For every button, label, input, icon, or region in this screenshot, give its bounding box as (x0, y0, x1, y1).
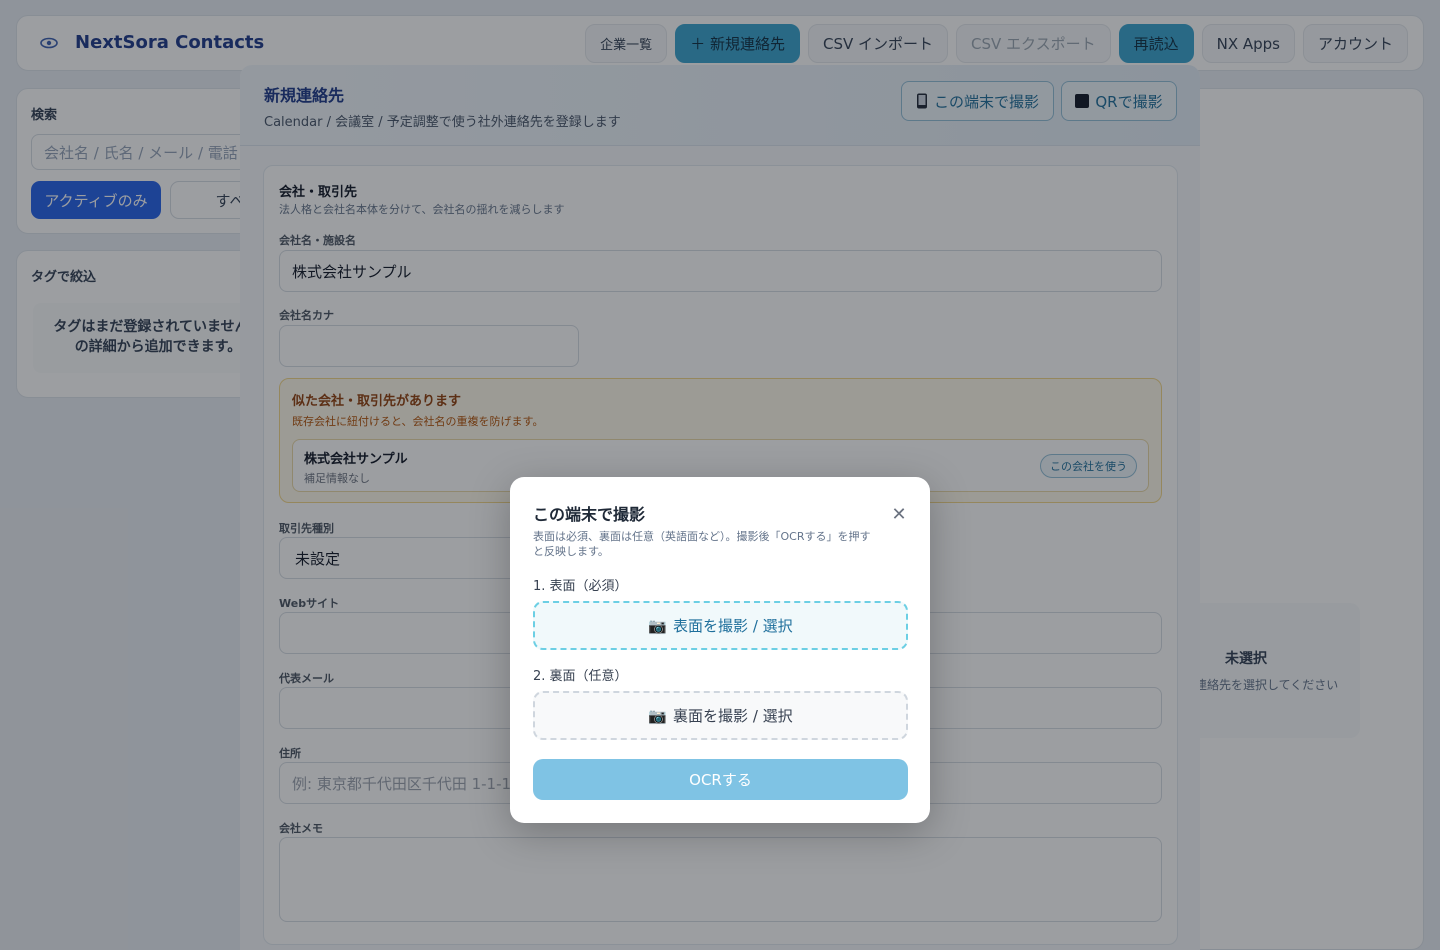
ocr-button[interactable]: OCRする (533, 759, 908, 800)
camera-icon: 📷 (648, 616, 668, 635)
front-upload-label: 表面を撮影 / 選択 (673, 617, 793, 635)
capture-dialog: この端末で撮影 ✕ 表面は必須、裏面は任意（英語面など）。撮影後「OCRする」を… (510, 477, 930, 823)
front-upload-button[interactable]: 📷 表面を撮影 / 選択 (533, 601, 908, 650)
front-label: 1. 表面（必須） (533, 579, 628, 594)
back-upload-label: 裏面を撮影 / 選択 (673, 707, 793, 725)
close-icon[interactable]: ✕ (888, 503, 910, 525)
back-label: 2. 裏面（任意） (533, 669, 628, 684)
dialog-title: この端末で撮影 (533, 505, 646, 524)
camera-icon: 📷 (648, 706, 668, 725)
back-upload-button[interactable]: 📷 裏面を撮影 / 選択 (533, 691, 908, 740)
dialog-description: 表面は必須、裏面は任意（英語面など）。撮影後「OCRする」を押すと反映します。 (533, 530, 871, 558)
